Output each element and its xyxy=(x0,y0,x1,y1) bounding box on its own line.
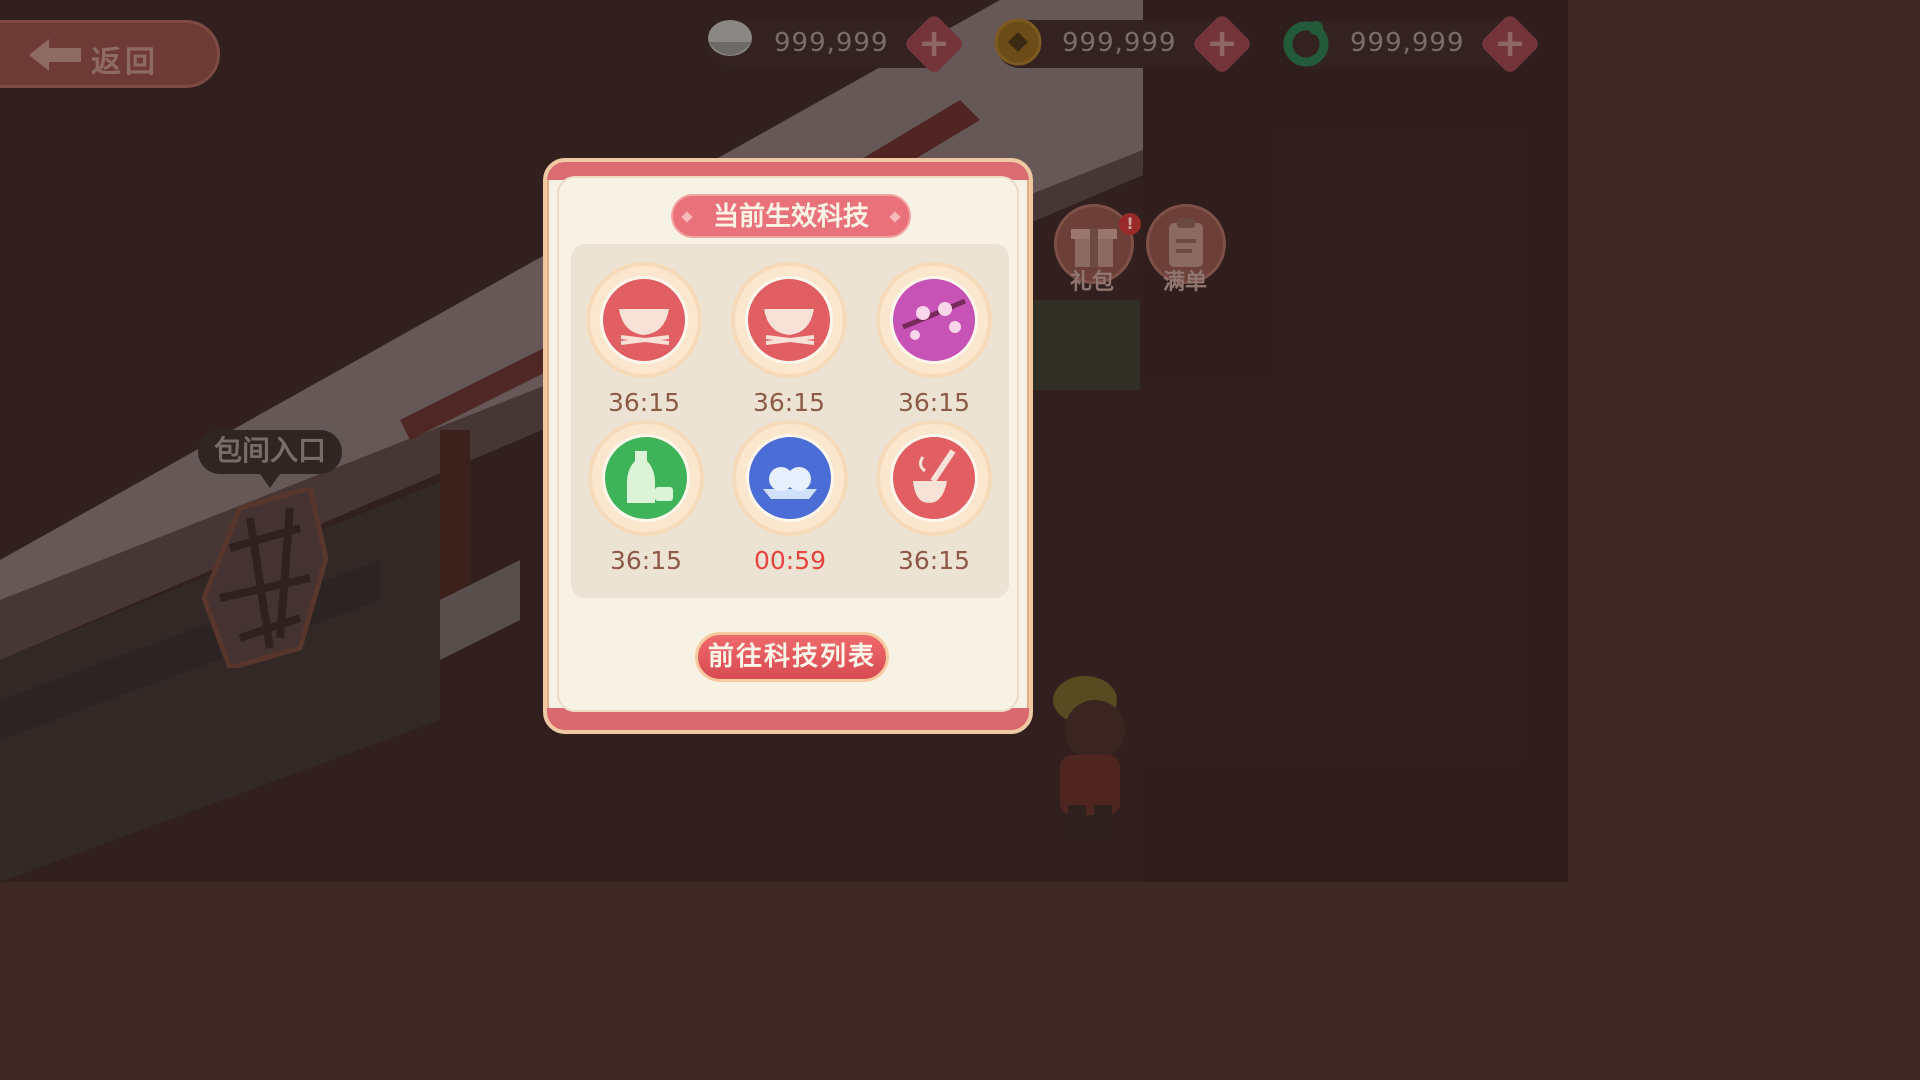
add-jade-button[interactable]: + xyxy=(1478,12,1542,76)
currency-rice: 999,999 + xyxy=(708,12,966,76)
bowl-chopsticks-icon xyxy=(600,276,688,364)
gift-pack-label: 礼包 xyxy=(1070,270,1115,295)
tech-item[interactable]: 36:15 xyxy=(874,424,994,575)
tech-timer: 36:15 xyxy=(607,388,681,417)
jade-amount: 999,999 xyxy=(1350,28,1465,58)
soup-ladle-icon xyxy=(890,434,978,522)
plum-blossom-glyph xyxy=(902,298,967,340)
modal-title: 当前生效科技 xyxy=(712,202,869,232)
tech-item[interactable]: 36:15 xyxy=(586,424,706,575)
notification-badge: ! xyxy=(1119,213,1141,235)
tech-timer: 36:15 xyxy=(609,546,683,575)
jade-dragon-icon xyxy=(1283,21,1329,67)
arrow-left-icon xyxy=(29,39,81,71)
bowl-chopsticks-glyph xyxy=(764,309,815,345)
back-button[interactable]: 返回 xyxy=(0,20,220,88)
steamed-buns-icon xyxy=(746,434,834,522)
diamond-ornament-icon xyxy=(889,211,901,223)
add-coin-button[interactable]: + xyxy=(1190,12,1254,76)
wine-bottle-icon xyxy=(602,434,690,522)
plus-icon: + xyxy=(1206,21,1238,65)
active-tech-modal: 当前生效科技 36:15 36:15 36:15 36:15 00:59 36:… xyxy=(543,158,1033,734)
tech-timer-expiring: 00:59 xyxy=(753,546,827,575)
tech-item[interactable]: 36:15 xyxy=(584,266,704,417)
tech-grid: 36:15 36:15 36:15 36:15 00:59 36:15 xyxy=(571,244,1009,598)
plus-icon: + xyxy=(1494,21,1526,65)
go-to-tech-list-button[interactable]: 前往科技列表 xyxy=(695,632,889,682)
wine-bottle-glyph xyxy=(627,451,673,503)
tech-item[interactable]: 36:15 xyxy=(729,266,849,417)
full-order-label: 满单 xyxy=(1163,270,1208,295)
tech-timer: 36:15 xyxy=(752,388,826,417)
bowl-chopsticks-glyph xyxy=(619,309,670,345)
private-room-entrance-tag[interactable]: 包间入口 xyxy=(198,430,342,488)
plum-blossom-icon xyxy=(890,276,978,364)
add-rice-button[interactable]: + xyxy=(902,12,966,76)
back-label: 返回 xyxy=(91,45,159,80)
currency-coin: 999,999 + xyxy=(994,12,1254,76)
coin-amount: 999,999 xyxy=(1062,28,1177,58)
tech-item[interactable]: 36:15 xyxy=(874,266,994,417)
tech-timer: 36:15 xyxy=(897,546,971,575)
steamed-buns-glyph xyxy=(763,467,817,499)
bowl-chopsticks-icon xyxy=(745,276,833,364)
currency-jade: 999,999 + xyxy=(1283,12,1542,76)
copper-coin-icon xyxy=(994,18,1042,66)
rice-bowl-icon xyxy=(708,20,752,56)
rice-amount: 999,999 xyxy=(774,28,889,58)
tech-timer: 36:15 xyxy=(897,388,971,417)
diamond-ornament-icon xyxy=(681,211,693,223)
soup-ladle-glyph xyxy=(913,449,956,503)
modal-title-banner: 当前生效科技 xyxy=(671,194,911,238)
plus-icon: + xyxy=(918,21,950,65)
tech-item[interactable]: 00:59 xyxy=(730,424,850,575)
